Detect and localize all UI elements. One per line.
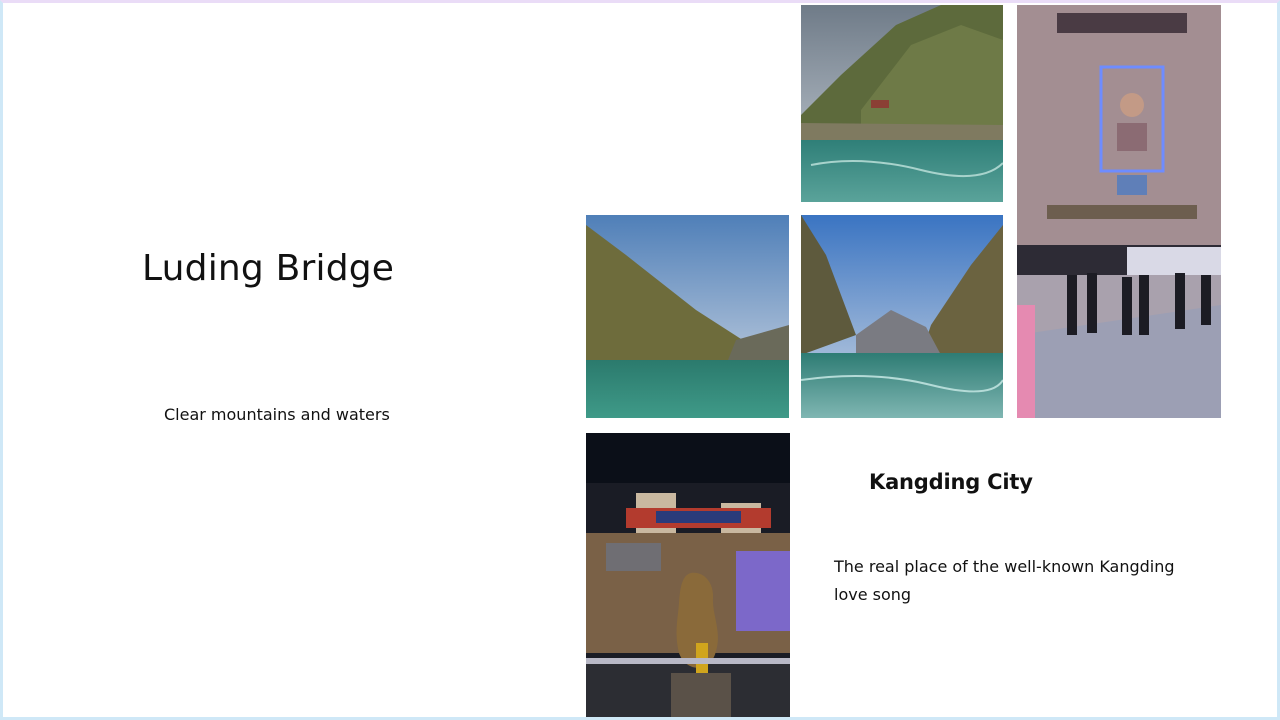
kangding-caption: The real place of the well-known Kangdin… <box>834 557 1175 604</box>
slide-canvas: Luding Bridge Clear mountains and waters… <box>3 3 1277 717</box>
luding-title: Luding Bridge <box>142 248 395 289</box>
luding-caption: Clear mountains and waters <box>164 405 390 424</box>
kangding-title: Kangding City <box>869 470 1033 494</box>
photo-kangding-square <box>1017 5 1221 418</box>
photo-mountain-river-top <box>801 5 1003 202</box>
photo-river-canyon-right <box>801 215 1003 418</box>
photo-river-canyon-left <box>586 215 789 418</box>
photo-night-gate-statue <box>586 433 790 717</box>
